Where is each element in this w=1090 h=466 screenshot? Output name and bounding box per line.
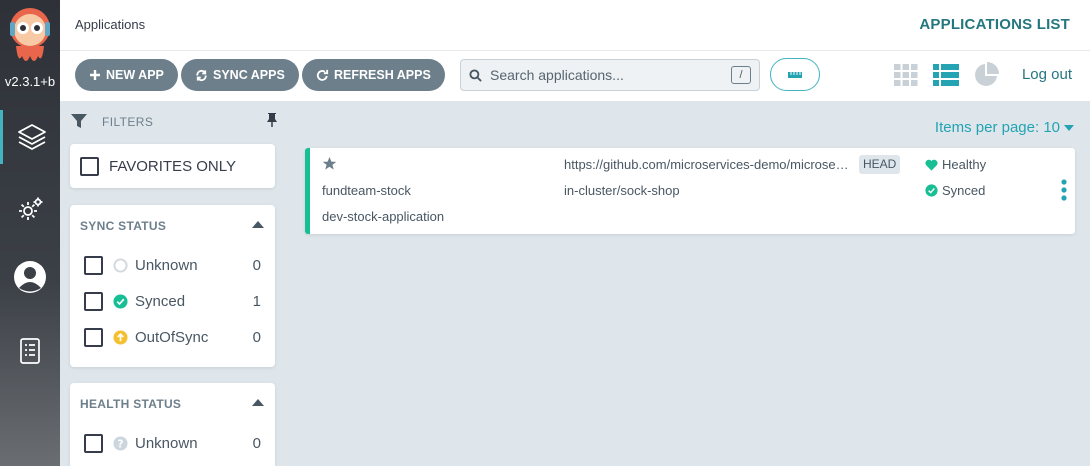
filters-label: FILTERS: [102, 115, 154, 129]
ruler-icon: [788, 71, 802, 78]
application-row[interactable]: fundteam-stock dev-stock-application htt…: [305, 148, 1075, 234]
tiles-view-button[interactable]: [893, 63, 919, 87]
filter-label: OutOfSync: [135, 328, 209, 346]
sync-apps-label: SYNC APPS: [213, 68, 285, 82]
refresh-apps-button[interactable]: REFRESH APPS: [302, 59, 445, 91]
nav-applications[interactable]: [0, 110, 60, 164]
more-actions-icon[interactable]: [1061, 179, 1067, 201]
checkbox[interactable]: [84, 327, 103, 347]
favorites-filter-card: FAVORITES ONLY: [70, 144, 275, 188]
items-per-page-label: Items per page: 10: [934, 119, 1060, 136]
docs-icon: [20, 338, 40, 364]
app-destination: in-cluster/sock-shop: [564, 183, 680, 198]
sync-status: Synced: [925, 183, 985, 198]
items-per-page-selector[interactable]: Items per page: 10: [935, 119, 1074, 136]
filter-icon: [71, 114, 87, 128]
caret-down-icon: [1064, 124, 1074, 131]
search-icon: [469, 68, 482, 82]
health-status-label: Healthy: [942, 157, 987, 172]
check-circle-icon: [113, 293, 128, 309]
toolbar: NEW APP SYNC APPS REFRESH APPS /: [60, 51, 1090, 101]
filter-count: 0: [252, 434, 261, 452]
left-nav: v2.3.1+b: [0, 0, 60, 466]
layers-icon: [17, 124, 46, 150]
new-app-label: NEW APP: [106, 68, 164, 82]
checkbox[interactable]: [84, 433, 103, 453]
nav-user-info[interactable]: [0, 250, 60, 304]
health-status-filter-card: HEALTH STATUS ? Unknown 0: [70, 383, 275, 466]
revision-badge: HEAD: [859, 155, 901, 174]
filter-count: 0: [252, 256, 261, 274]
sync-icon: [196, 69, 207, 81]
filter-label: Unknown: [135, 434, 198, 452]
svg-text:?: ?: [118, 438, 124, 450]
checkbox[interactable]: [84, 255, 103, 275]
star-icon[interactable]: [322, 156, 337, 171]
circle-notch-icon: [113, 257, 128, 273]
app-name: fundteam-stock: [322, 183, 411, 198]
filter-count: 0: [252, 328, 261, 346]
argo-logo[interactable]: [8, 6, 52, 68]
list-icon: [933, 64, 959, 86]
filters-header: FILTERS: [70, 112, 280, 132]
check-circle-icon: [925, 184, 938, 197]
logout-link[interactable]: Log out: [1022, 66, 1072, 83]
sync-status-label: Synced: [942, 183, 986, 198]
plus-icon: [90, 70, 100, 80]
health-status: Healthy: [925, 157, 986, 172]
refresh-icon: [316, 69, 329, 81]
heart-icon: [925, 159, 938, 171]
nav-settings[interactable]: [0, 183, 60, 237]
summary-view-button[interactable]: [973, 62, 999, 87]
checkbox[interactable]: [84, 291, 103, 311]
collapse-caret-icon[interactable]: [252, 221, 264, 228]
pin-icon[interactable]: [265, 112, 279, 128]
filter-label: Unknown: [135, 256, 198, 274]
favorites-checkbox[interactable]: [80, 156, 99, 176]
search-box[interactable]: /: [460, 59, 760, 91]
sync-status-title: SYNC STATUS: [80, 219, 167, 233]
filter-label: Synced: [135, 292, 186, 310]
search-shortcut-hint: /: [731, 66, 751, 84]
page-title: APPLICATIONS LIST: [919, 16, 1070, 33]
health-status-title: HEALTH STATUS: [80, 397, 182, 411]
nav-documentation[interactable]: [0, 324, 60, 378]
filter-row-outofsync[interactable]: OutOfSync 0: [84, 326, 261, 348]
app-project: dev-stock-application: [322, 209, 445, 224]
favorites-label: FAVORITES ONLY: [109, 157, 236, 175]
app-repo-url: https://github.com/microservices-demo/mi…: [564, 157, 849, 172]
breadcrumb[interactable]: Applications: [75, 17, 145, 32]
gears-icon: [19, 197, 43, 220]
search-input[interactable]: [490, 67, 720, 83]
arrow-circle-up-icon: [113, 329, 128, 345]
list-view-button[interactable]: [933, 63, 959, 87]
sync-status-filter-card: SYNC STATUS Unknown 0 Synced 1 OutOfSync…: [70, 205, 275, 367]
ruler-toggle-button[interactable]: [770, 58, 820, 91]
top-bar: Applications APPLICATIONS LIST: [60, 0, 1090, 51]
favorites-only-filter[interactable]: FAVORITES ONLY: [70, 144, 275, 188]
new-app-button[interactable]: NEW APP: [75, 59, 178, 91]
question-circle-icon: ?: [113, 435, 128, 451]
filter-row-health-unknown[interactable]: ? Unknown 0: [84, 432, 261, 454]
user-icon: [14, 261, 46, 293]
version-label: v2.3.1+b: [4, 74, 56, 89]
collapse-caret-icon[interactable]: [252, 399, 264, 406]
sync-apps-button[interactable]: SYNC APPS: [181, 59, 299, 91]
refresh-apps-label: REFRESH APPS: [334, 68, 431, 82]
filter-count: 1: [252, 292, 261, 310]
grid-icon: [894, 64, 918, 86]
filter-row-synced[interactable]: Synced 1: [84, 290, 261, 312]
pie-chart-icon: [975, 62, 999, 86]
filter-row-unknown[interactable]: Unknown 0: [84, 254, 261, 276]
